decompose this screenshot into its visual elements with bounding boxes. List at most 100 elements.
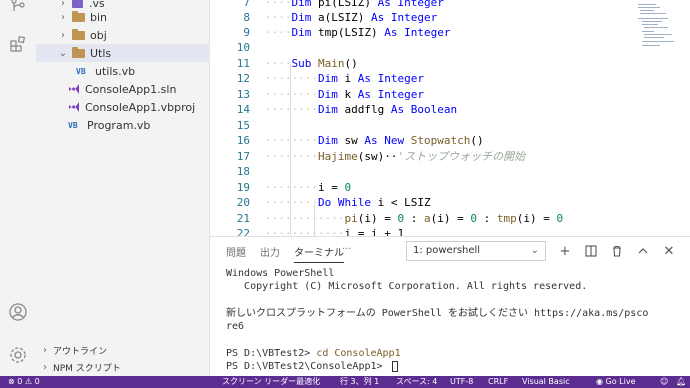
- npm-scripts-section-header[interactable]: › NPM スクリプト: [36, 358, 210, 376]
- chevron-right-icon: ›: [61, 11, 65, 23]
- extensions-icon[interactable]: [6, 32, 30, 56]
- line-number: 15: [236, 119, 250, 132]
- split-terminal-icon[interactable]: [582, 242, 600, 260]
- bell-icon[interactable]: 🔔︎: [676, 376, 686, 388]
- encoding-status[interactable]: UTF-8: [450, 376, 473, 388]
- tree-item-vbproj[interactable]: ConsoleApp1.vbproj: [36, 98, 210, 116]
- cursor-position-status[interactable]: 行 3、列 1: [340, 376, 379, 388]
- chevron-right-icon: ›: [43, 344, 47, 356]
- panel-tabs: 問題 出力 ターミナル ··· 1: powershell ⌄ + ✕: [210, 237, 690, 265]
- broadcast-icon: ◉: [596, 377, 606, 386]
- tree-item-label: ConsoleApp1.vbproj: [85, 100, 196, 114]
- maximize-panel-icon[interactable]: [634, 242, 652, 260]
- code-editor[interactable]: 7 8 9 10 11 12 13 14 15 16 17 18 19 20 2…: [210, 0, 690, 236]
- tree-item-utils-vb[interactable]: VB utils.vb: [36, 62, 210, 80]
- code-line: ····Dim tmp(LSIZ) As Integer: [265, 26, 451, 39]
- folder-icon: [72, 10, 85, 22]
- tree-item-sln[interactable]: ConsoleApp1.sln: [36, 80, 210, 98]
- language-mode-status[interactable]: Visual Basic: [522, 376, 570, 388]
- explorer-sidebar: › .vs › bin › obj ⌄ Utls VB utils.vb Con…: [36, 0, 210, 376]
- code-line: ············pi(i) = 0 : a(i) = 0 : tmp(i…: [265, 212, 564, 225]
- feedback-icon[interactable]: ☺: [660, 376, 668, 388]
- settings-gear-icon[interactable]: [6, 343, 30, 367]
- more-actions-icon[interactable]: ···: [342, 244, 352, 255]
- terminal-prompt-line: PS D:\VBTest2\ConsoleApp1>: [226, 360, 398, 374]
- trash-icon[interactable]: [608, 242, 626, 260]
- line-number: 20: [236, 196, 250, 209]
- minimap[interactable]: [630, 0, 690, 236]
- terminal-cursor: [391, 360, 398, 372]
- line-number: 10: [236, 41, 250, 54]
- tree-item-label: utils.vb: [95, 64, 136, 78]
- outline-label: アウトライン: [53, 346, 108, 357]
- tree-item-obj-folder[interactable]: › obj: [36, 26, 210, 44]
- terminal-line: 新しいクロスプラットフォームの PowerShell をお試しください http…: [226, 308, 649, 319]
- code-line: ········Dim addflg As Boolean: [265, 103, 458, 116]
- source-control-icon[interactable]: [6, 0, 30, 18]
- code-line: ········Do While i < LSIZ: [265, 196, 431, 209]
- terminal-selector-value: 1: powershell: [413, 245, 481, 256]
- code-lines: ····Dim pi(LSIZ) As Integer ····Dim a(LS…: [265, 0, 635, 236]
- project-file-icon: [69, 102, 79, 112]
- tree-item-label: bin: [90, 10, 108, 24]
- go-live-button[interactable]: ◉ Go Live: [596, 376, 636, 388]
- chevron-right-icon: ›: [43, 361, 47, 373]
- line-number: 14: [236, 103, 250, 116]
- indentation-status[interactable]: スペース: 4: [396, 376, 437, 388]
- line-number: 19: [236, 181, 250, 194]
- folder-icon: [72, 28, 85, 40]
- line-number: 22: [236, 227, 250, 236]
- line-number-gutter: 7 8 9 10 11 12 13 14 15 16 17 18 19 20 2…: [210, 0, 250, 236]
- line-number: 12: [236, 72, 250, 85]
- line-number: 13: [236, 88, 250, 101]
- status-bar: ⊗ 0 ⚠ 0 スクリーン リーダー最適化 行 3、列 1 スペース: 4 UT…: [0, 376, 690, 388]
- account-icon[interactable]: [6, 300, 30, 324]
- code-line: ········i = 0: [265, 181, 352, 194]
- line-number: 18: [236, 165, 250, 178]
- chevron-down-icon: ⌄: [58, 47, 68, 59]
- terminal-command: cd ConsoleApp1: [316, 348, 401, 359]
- close-panel-icon[interactable]: ✕: [660, 242, 678, 260]
- tree-item-label: ConsoleApp1.sln: [85, 82, 177, 96]
- folder-open-icon: [72, 46, 85, 58]
- vb-file-icon: VB: [76, 66, 86, 76]
- code-line: ····Dim a(LSIZ) As Integer: [265, 11, 438, 24]
- tree-item-program-vb[interactable]: VB Program.vb: [36, 116, 210, 134]
- code-line: ········Dim i As Integer: [265, 72, 424, 85]
- terminal-prompt-line: PS D:\VBTest2> cd ConsoleApp1: [226, 348, 401, 359]
- tab-problems[interactable]: 問題: [226, 244, 246, 259]
- chevron-down-icon: ⌄: [530, 245, 539, 256]
- code-line: ············i = i + 1: [265, 227, 405, 236]
- code-line: ········Dim k As Integer: [265, 88, 424, 101]
- code-line: ········Dim sw As New Stopwatch(): [265, 134, 484, 147]
- terminal-line: Windows PowerShell: [226, 268, 335, 279]
- npm-scripts-label: NPM スクリプト: [53, 363, 121, 374]
- tree-item-label: Utls: [90, 46, 112, 60]
- vscode-window: › .vs › bin › obj ⌄ Utls VB utils.vb Con…: [0, 0, 690, 388]
- visual-studio-icon: [69, 84, 79, 94]
- terminal-selector[interactable]: 1: powershell ⌄: [406, 241, 546, 261]
- bottom-panel: 問題 出力 ターミナル ··· 1: powershell ⌄ + ✕ Wind…: [210, 236, 690, 376]
- chevron-right-icon: ›: [61, 29, 65, 41]
- terminal-output[interactable]: Windows PowerShell Copyright (C) Microso…: [226, 267, 686, 377]
- tree-item-label: obj: [90, 28, 107, 42]
- tab-terminal[interactable]: ターミナル: [294, 244, 344, 263]
- tab-output[interactable]: 出力: [260, 244, 280, 259]
- tree-item-bin-folder[interactable]: › bin: [36, 8, 210, 26]
- line-number: 21: [236, 212, 250, 225]
- outline-section-header[interactable]: › アウトライン: [36, 341, 210, 359]
- tree-item-utls-folder[interactable]: ⌄ Utls: [36, 44, 210, 62]
- code-line: ····Sub Main(): [265, 57, 358, 70]
- line-number: 9: [243, 26, 250, 39]
- new-terminal-icon[interactable]: +: [556, 242, 574, 260]
- screen-reader-status[interactable]: スクリーン リーダー最適化: [222, 376, 320, 388]
- terminal-line: Copyright (C) Microsoft Corporation. All…: [226, 281, 588, 292]
- line-number: 8: [243, 11, 250, 24]
- line-number: 11: [236, 57, 250, 70]
- line-number: 17: [236, 150, 250, 163]
- problems-status[interactable]: ⊗ 0 ⚠ 0: [8, 376, 40, 388]
- eol-status[interactable]: CRLF: [488, 376, 508, 388]
- code-line: ········Hajime(sw)··'ストップウォッチの開始: [265, 150, 526, 163]
- tree-item-label: Program.vb: [87, 118, 151, 132]
- activity-bar: [0, 0, 36, 376]
